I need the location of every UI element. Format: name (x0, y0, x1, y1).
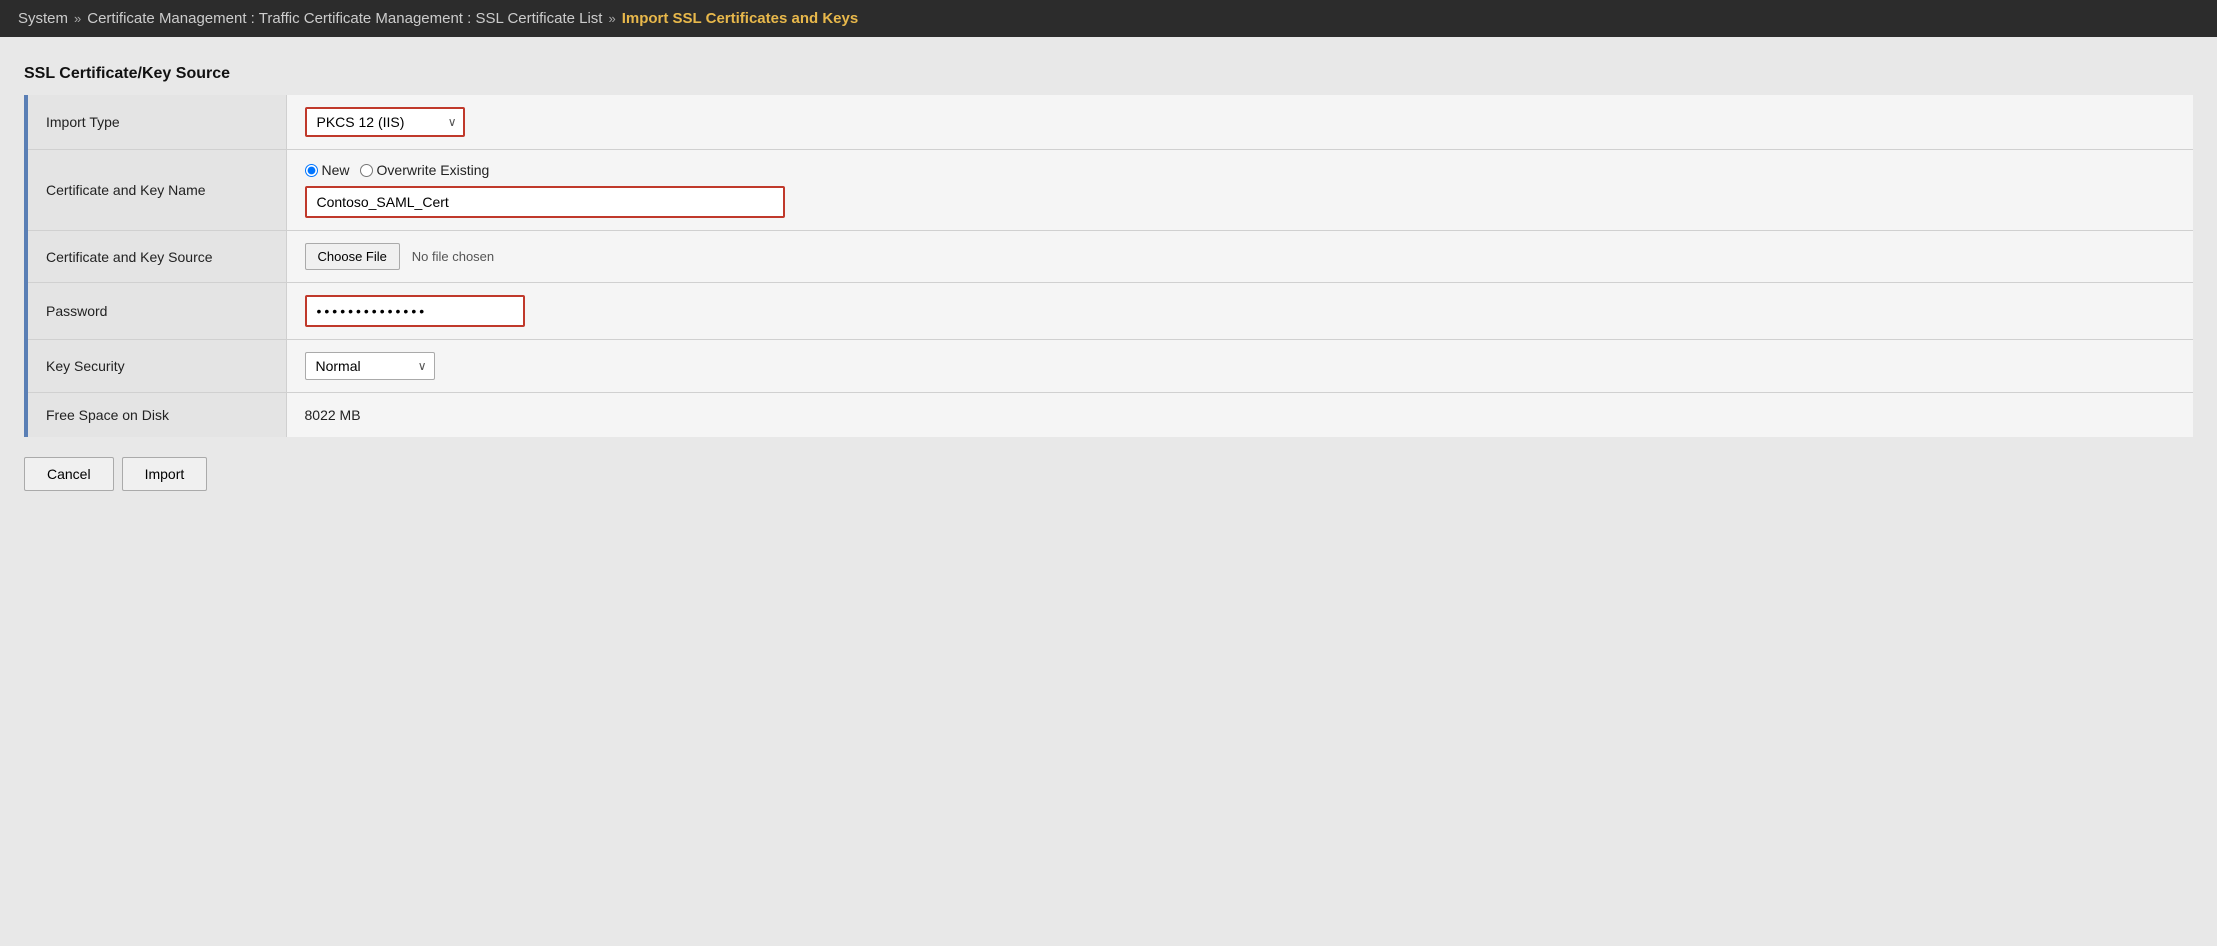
radio-new-label[interactable]: New (305, 162, 350, 178)
cert-key-name-row: Certificate and Key Name New Overwrite E… (26, 150, 2193, 231)
password-value-cell (286, 283, 2193, 340)
free-space-row: Free Space on Disk 8022 MB (26, 393, 2193, 438)
cert-key-name-value-cell: New Overwrite Existing (286, 150, 2193, 231)
breadcrumb-middle: Certificate Management : Traffic Certifi… (87, 10, 602, 27)
password-label: Password (26, 283, 286, 340)
breadcrumb-system: System (18, 10, 68, 27)
import-type-select-wrapper: PKCS 12 (IIS) Local PKCS 7 PEM (305, 107, 465, 137)
section-title: SSL Certificate/Key Source (24, 65, 2193, 83)
radio-new-text: New (322, 162, 350, 178)
no-file-text: No file chosen (412, 249, 494, 264)
free-space-value: 8022 MB (286, 393, 2193, 438)
import-type-label: Import Type (26, 95, 286, 150)
free-space-label: Free Space on Disk (26, 393, 286, 438)
button-bar: Cancel Import (24, 457, 2193, 491)
radio-new[interactable] (305, 164, 318, 177)
breadcrumb-current: Import SSL Certificates and Keys (622, 10, 858, 27)
key-security-select[interactable]: Normal High (305, 352, 435, 380)
form-table: Import Type PKCS 12 (IIS) Local PKCS 7 P… (24, 95, 2193, 437)
radio-overwrite-text: Overwrite Existing (377, 162, 490, 178)
cert-key-source-row: Certificate and Key Source Choose File N… (26, 231, 2193, 283)
import-type-row: Import Type PKCS 12 (IIS) Local PKCS 7 P… (26, 95, 2193, 150)
cert-key-name-input[interactable] (305, 186, 785, 218)
main-content: SSL Certificate/Key Source Import Type P… (0, 37, 2217, 515)
key-security-select-wrapper: Normal High (305, 352, 435, 380)
cert-key-source-value-cell: Choose File No file chosen (286, 231, 2193, 283)
key-security-label: Key Security (26, 340, 286, 393)
radio-overwrite[interactable] (360, 164, 373, 177)
breadcrumb-sep2: » (608, 11, 615, 26)
password-row: Password (26, 283, 2193, 340)
cancel-button[interactable]: Cancel (24, 457, 114, 491)
import-button[interactable]: Import (122, 457, 208, 491)
choose-file-button[interactable]: Choose File (305, 243, 400, 270)
breadcrumb-bar: System » Certificate Management : Traffi… (0, 0, 2217, 37)
import-type-value-cell: PKCS 12 (IIS) Local PKCS 7 PEM (286, 95, 2193, 150)
import-type-select[interactable]: PKCS 12 (IIS) Local PKCS 7 PEM (305, 107, 465, 137)
cert-key-name-label: Certificate and Key Name (26, 150, 286, 231)
cert-key-source-label: Certificate and Key Source (26, 231, 286, 283)
radio-group: New Overwrite Existing (305, 162, 2176, 178)
radio-overwrite-label[interactable]: Overwrite Existing (360, 162, 490, 178)
password-input[interactable] (305, 295, 525, 327)
key-security-row: Key Security Normal High (26, 340, 2193, 393)
key-security-value-cell: Normal High (286, 340, 2193, 393)
breadcrumb-sep1: » (74, 11, 81, 26)
